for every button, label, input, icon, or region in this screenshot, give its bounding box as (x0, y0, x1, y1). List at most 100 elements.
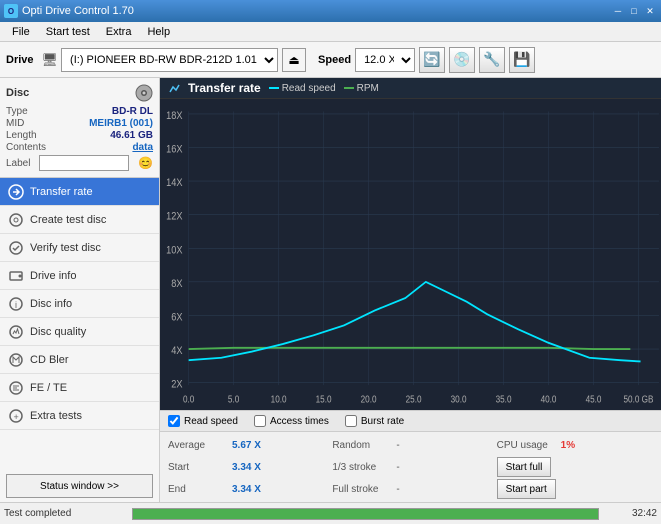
transfer-rate-icon (8, 184, 24, 200)
nav-transfer-rate-label: Transfer rate (30, 186, 93, 198)
disc-panel-title: Disc (6, 87, 29, 99)
fe-te-icon (8, 380, 24, 396)
menu-extra[interactable]: Extra (98, 24, 140, 40)
nav-extra-tests[interactable]: + Extra tests (0, 402, 159, 430)
close-button[interactable]: ✕ (643, 4, 657, 18)
drive-icon: 🖥 (42, 52, 59, 68)
legend-rpm: RPM (344, 83, 379, 94)
full-stroke-label: Full stroke (332, 484, 392, 495)
svg-text:25.0: 25.0 (406, 394, 422, 405)
label-input[interactable] (39, 155, 129, 171)
read-speed-checkbox[interactable] (168, 415, 180, 427)
create-disc-icon (8, 212, 24, 228)
svg-text:50.0 GB: 50.0 GB (624, 394, 654, 405)
length-value: 46.61 GB (110, 130, 153, 141)
nav-disc-info[interactable]: i Disc info (0, 290, 159, 318)
nav-disc-quality[interactable]: Disc quality (0, 318, 159, 346)
start-part-button[interactable]: Start part (497, 479, 556, 499)
menu-help[interactable]: Help (139, 24, 178, 40)
svg-text:18X: 18X (166, 110, 183, 122)
cpu-value: 1% (561, 440, 601, 451)
read-speed-checkbox-text: Read speed (184, 416, 238, 427)
progress-bar (132, 508, 599, 520)
nav-fe-te-label: FE / TE (30, 382, 67, 394)
svg-text:15.0: 15.0 (316, 394, 332, 405)
content-wrapper: Transfer rate Read speed RPM 18X 16X 14X… (160, 78, 661, 502)
mid-value: MEIRB1 (001) (89, 118, 153, 129)
nav-disc-quality-label: Disc quality (30, 326, 86, 338)
minimize-button[interactable]: ─ (611, 4, 625, 18)
stroke1-value: - (396, 462, 399, 473)
chart-area: 18X 16X 14X 12X 10X 8X 6X 4X 2X (160, 99, 661, 410)
contents-label: Contents (6, 142, 46, 153)
status-window-button[interactable]: Status window >> (6, 474, 153, 498)
svg-text:30.0: 30.0 (451, 394, 467, 405)
average-row: Average 5.67 X (168, 435, 324, 455)
random-value: - (396, 440, 399, 451)
end-row: End 3.34 X (168, 479, 324, 499)
svg-text:4X: 4X (171, 345, 182, 357)
average-label: Average (168, 440, 228, 451)
extra-tests-icon: + (8, 408, 24, 424)
random-row: Random - (332, 435, 488, 455)
start-value: 3.34 X (232, 462, 272, 473)
nav-cd-bler[interactable]: CD Bler (0, 346, 159, 374)
burst-rate-checkbox-text: Burst rate (361, 416, 404, 427)
chart-icon (168, 82, 180, 94)
main-container: Disc Type BD-R DL MID MEIRB1 (001) Lengt… (0, 78, 661, 502)
nav-verify-test-disc[interactable]: Verify test disc (0, 234, 159, 262)
disc-button[interactable]: 💿 (449, 47, 475, 73)
refresh-button[interactable]: 🔄 (419, 47, 445, 73)
nav-fe-te[interactable]: FE / TE (0, 374, 159, 402)
disc-info-icon: i (8, 296, 24, 312)
settings-button[interactable]: 🔧 (479, 47, 505, 73)
disc-quality-icon (8, 324, 24, 340)
end-value: 3.34 X (232, 484, 272, 495)
random-label: Random (332, 440, 392, 451)
contents-value[interactable]: data (132, 142, 153, 153)
cpu-label: CPU usage (497, 440, 557, 451)
start-row: Start 3.34 X (168, 457, 324, 477)
access-times-checkbox-text: Access times (270, 416, 329, 427)
speed-label: Speed (318, 54, 351, 66)
svg-text:10X: 10X (166, 245, 183, 257)
app-title: Opti Drive Control 1.70 (22, 5, 134, 17)
status-bar: Test completed 32:42 (0, 502, 661, 524)
eject-button[interactable]: ⏏ (282, 48, 306, 72)
start-full-button[interactable]: Start full (497, 457, 552, 477)
nav-transfer-rate[interactable]: Transfer rate (0, 178, 159, 206)
access-times-checkbox-label[interactable]: Access times (254, 415, 329, 427)
menu-file[interactable]: File (4, 24, 38, 40)
toolbar: Drive 🖥 (I:) PIONEER BD-RW BDR-212D 1.01… (0, 42, 661, 78)
disc-svg-icon (135, 84, 153, 102)
start-full-row: Start full (497, 457, 653, 477)
read-speed-checkbox-label[interactable]: Read speed (168, 415, 238, 427)
maximize-button[interactable]: □ (627, 4, 641, 18)
nav-cd-bler-label: CD Bler (30, 354, 69, 366)
average-value: 5.67 X (232, 440, 272, 451)
svg-text:5.0: 5.0 (228, 394, 239, 405)
svg-text:2X: 2X (171, 379, 182, 391)
burst-rate-checkbox-label[interactable]: Burst rate (345, 415, 404, 427)
full-stroke-value: - (396, 484, 399, 495)
title-bar: O Opti Drive Control 1.70 ─ □ ✕ (0, 0, 661, 22)
burst-rate-checkbox[interactable] (345, 415, 357, 427)
nav-create-test-disc[interactable]: Create test disc (0, 206, 159, 234)
nav-extra-tests-label: Extra tests (30, 410, 82, 422)
chart-controls: Read speed Access times Burst rate (160, 410, 661, 431)
nav-disc-info-label: Disc info (30, 298, 72, 310)
svg-text:35.0: 35.0 (496, 394, 512, 405)
svg-text:6X: 6X (171, 312, 182, 324)
menu-start-test[interactable]: Start test (38, 24, 98, 40)
nav-drive-info[interactable]: Drive info (0, 262, 159, 290)
save-button[interactable]: 💾 (509, 47, 535, 73)
menu-bar: File Start test Extra Help (0, 22, 661, 42)
speed-selector[interactable]: 12.0 X (355, 48, 415, 72)
svg-text:12X: 12X (166, 211, 183, 223)
nav-verify-test-disc-label: Verify test disc (30, 242, 101, 254)
drive-selector[interactable]: (I:) PIONEER BD-RW BDR-212D 1.01 (61, 48, 278, 72)
svg-text:+: + (14, 412, 19, 422)
rpm-legend-dot (344, 87, 354, 89)
chart-title: Transfer rate (188, 81, 261, 95)
access-times-checkbox[interactable] (254, 415, 266, 427)
